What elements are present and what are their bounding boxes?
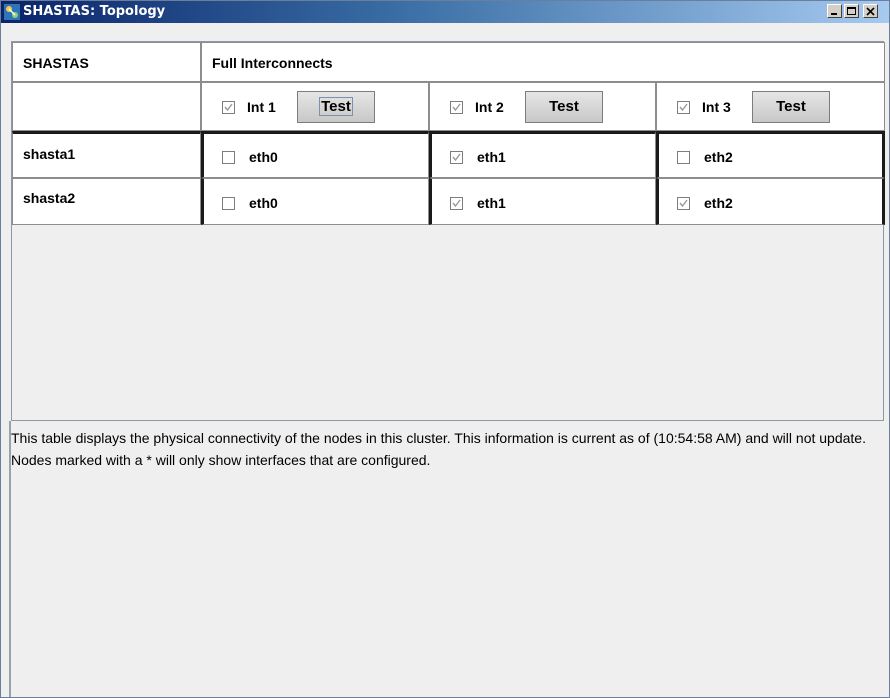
eth1-checkbox[interactable]	[450, 151, 463, 164]
eth2-checkbox[interactable]	[677, 197, 690, 210]
close-icon	[866, 7, 875, 16]
app-icon	[4, 4, 20, 20]
checkmark-icon	[452, 199, 461, 208]
topology-table: SHASTAS Full Interconnects Int 1 Test In…	[11, 41, 885, 421]
corner-header-cell: SHASTAS	[12, 42, 201, 82]
description-text: This table displays the physical connect…	[11, 430, 866, 468]
eth1-checkbox[interactable]	[450, 197, 463, 210]
interface-cell: eth1	[429, 178, 656, 225]
group-header-cell: Full Interconnects	[201, 42, 885, 82]
node-name: shasta1	[23, 146, 76, 162]
eth2-checkbox[interactable]	[677, 151, 690, 164]
topology-window: SHASTAS: Topology SHASTAS Full Interconn…	[0, 0, 890, 698]
test-int-3-button[interactable]: Test	[752, 91, 830, 123]
interface-cell: eth2	[656, 131, 885, 178]
node-cell-shasta2: shasta2	[12, 178, 201, 225]
interface-cell: eth2	[656, 178, 885, 225]
eth0-checkbox[interactable]	[222, 151, 235, 164]
eth0-checkbox[interactable]	[222, 197, 235, 210]
int-1-label: Int 1	[247, 99, 276, 115]
interface-label: eth2	[704, 149, 733, 165]
checkmark-icon	[452, 103, 461, 112]
close-button[interactable]	[863, 4, 878, 18]
int-1-checkbox[interactable]	[222, 101, 235, 114]
node-cell-shasta1: shasta1	[12, 131, 201, 178]
int-2-label: Int 2	[475, 99, 504, 115]
minimize-icon	[831, 13, 837, 15]
interface-cell: eth0	[201, 178, 429, 225]
int-3-checkbox[interactable]	[677, 101, 690, 114]
window-title: SHASTAS: Topology	[23, 4, 166, 19]
maximize-button[interactable]	[844, 4, 859, 18]
title-bar[interactable]: SHASTAS: Topology	[1, 1, 889, 23]
group-header: Full Interconnects	[212, 55, 333, 71]
test-int-1-label: Test	[319, 97, 353, 116]
node-name: shasta2	[23, 190, 76, 206]
interface-cell: eth0	[201, 131, 429, 178]
test-int-2-label: Test	[549, 98, 579, 115]
checkmark-icon	[679, 103, 688, 112]
interface-label: eth1	[477, 195, 506, 211]
interface-label: eth0	[249, 149, 278, 165]
checkmark-icon	[224, 103, 233, 112]
interconnect-header-2: Int 2 Test	[429, 82, 656, 131]
checkmark-icon	[679, 199, 688, 208]
test-int-3-label: Test	[776, 98, 806, 115]
minimize-button[interactable]	[827, 4, 842, 18]
empty-header-cell	[12, 82, 201, 131]
interface-label: eth1	[477, 149, 506, 165]
interface-cell: eth1	[429, 131, 656, 178]
maximize-icon	[847, 7, 856, 15]
interface-label: eth0	[249, 195, 278, 211]
interface-label: eth2	[704, 195, 733, 211]
int-3-label: Int 3	[702, 99, 731, 115]
int-2-checkbox[interactable]	[450, 101, 463, 114]
corner-header: SHASTAS	[23, 55, 89, 71]
interconnect-header-3: Int 3 Test	[656, 82, 885, 131]
interconnect-header-1: Int 1 Test	[201, 82, 429, 131]
test-int-2-button[interactable]: Test	[525, 91, 603, 123]
test-int-1-button[interactable]: Test	[297, 91, 375, 123]
checkmark-icon	[452, 153, 461, 162]
